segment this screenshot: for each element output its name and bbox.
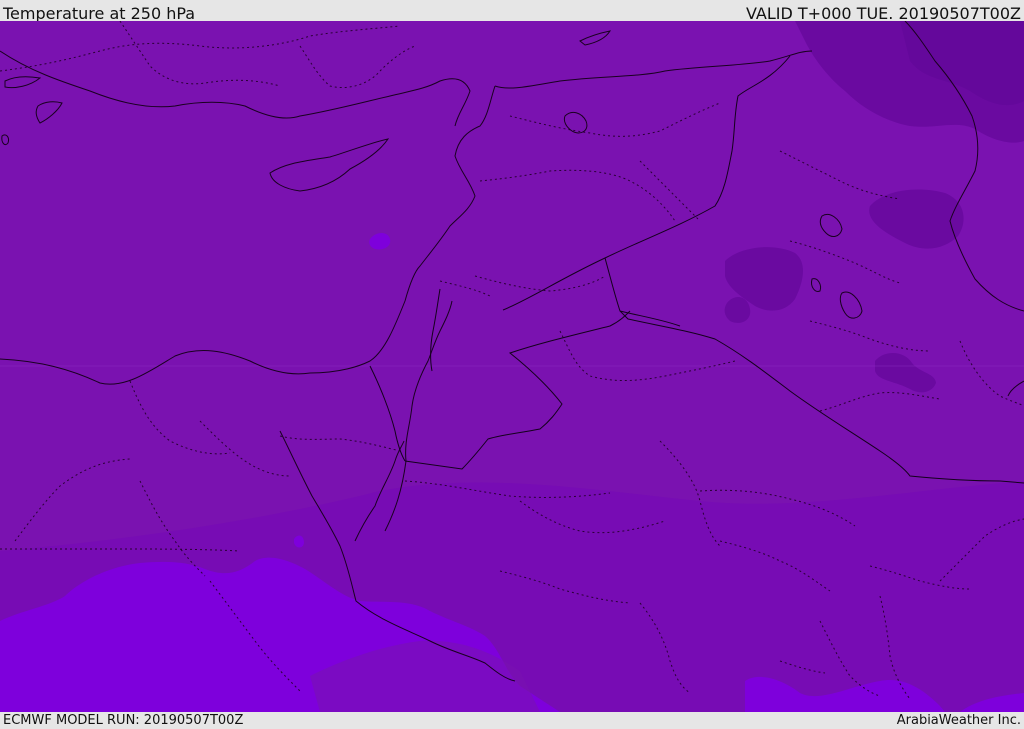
temperature-map <box>0 21 1024 712</box>
map-header: Temperature at 250 hPa VALID T+000 TUE. … <box>0 0 1024 23</box>
map-footer: ECMWF MODEL RUN: 20190507T00Z ArabiaWeat… <box>0 712 1024 729</box>
credit: ArabiaWeather Inc. <box>896 713 1021 728</box>
model-run: ECMWF MODEL RUN: 20190507T00Z <box>3 713 244 728</box>
